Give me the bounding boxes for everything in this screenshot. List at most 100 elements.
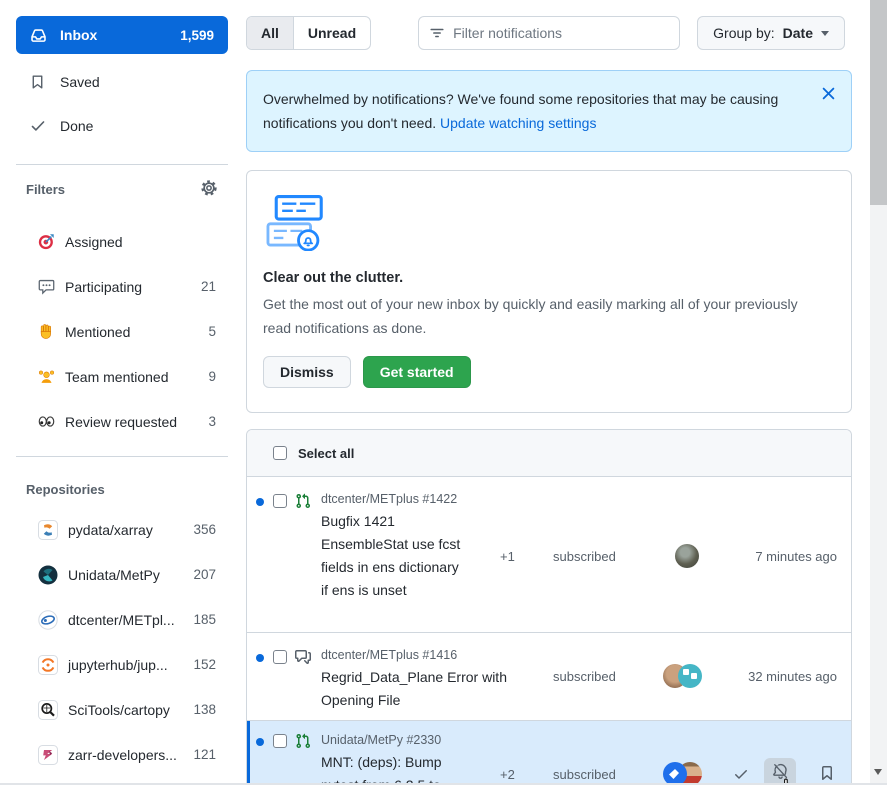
- avatar: [678, 664, 702, 688]
- github-notifications-page: Inbox 1,599 Saved Done Filters: [0, 0, 887, 785]
- tab-all[interactable]: All: [247, 17, 293, 49]
- repo-item-zarr-developers[interactable]: zarr-developers... 121: [16, 732, 228, 777]
- row-avatars: [663, 762, 702, 785]
- filter-count: 3: [208, 414, 216, 429]
- repo-item-dtcenter-metplus[interactable]: dtcenter/METpl... 185: [16, 597, 228, 642]
- cartopy-avatar: [38, 700, 58, 720]
- filter-item-participating[interactable]: Participating 21: [16, 264, 228, 309]
- jupyterhub-avatar: [38, 655, 58, 675]
- group-by-value: Date: [783, 25, 813, 41]
- sidebar-divider: [16, 456, 228, 457]
- scrollbar-down-arrow[interactable]: [874, 769, 882, 779]
- tab-unread[interactable]: Unread: [293, 17, 370, 49]
- row-avatars: [663, 664, 702, 688]
- row-reason: subscribed: [553, 549, 616, 564]
- repo-label: pydata/xarray: [68, 522, 153, 538]
- bell-slash-icon: [772, 763, 789, 785]
- repo-count: 185: [193, 612, 216, 627]
- repositories-list: pydata/xarray 356 Unidata/MetPy 207 dtce…: [16, 507, 228, 777]
- main-content: All Unread Group by: Date Overwhelmed by…: [246, 0, 852, 785]
- eyes-emoji-icon: [38, 413, 55, 430]
- filter-notifications-input[interactable]: [418, 16, 680, 50]
- repositories-title: Repositories: [26, 482, 105, 497]
- inbox-icon: [30, 27, 48, 44]
- sidebar-item-saved[interactable]: Saved: [16, 64, 228, 100]
- sidebar-item-inbox[interactable]: Inbox 1,599: [16, 16, 228, 54]
- select-all-checkbox[interactable]: [273, 446, 287, 460]
- repo-item-pydata-xarray[interactable]: pydata/xarray 356: [16, 507, 228, 552]
- filters-list: Assigned Participating 21 Mentioned 5: [16, 219, 228, 444]
- filter-label: Mentioned: [65, 324, 130, 340]
- pull-request-icon: [295, 493, 311, 509]
- row-title[interactable]: Bugfix 1421 EnsembleStat use fcst fields…: [321, 510, 469, 602]
- row-repo: dtcenter/METplus #1422: [321, 492, 457, 506]
- xarray-avatar: [38, 520, 58, 540]
- row-checkbox[interactable]: [273, 494, 287, 508]
- row-timestamp: 7 minutes ago: [755, 549, 837, 564]
- filter-funnel-icon: [429, 25, 445, 46]
- group-by-button[interactable]: Group by: Date: [697, 16, 845, 50]
- row-checkbox[interactable]: [273, 650, 287, 664]
- repo-label: jupyterhub/jup...: [68, 657, 168, 673]
- row-timestamp: 32 minutes ago: [748, 669, 837, 684]
- filter-item-mentioned[interactable]: Mentioned 5: [16, 309, 228, 354]
- notification-row-metplus-1416[interactable]: dtcenter/METplus #1416 Regrid_Data_Plane…: [247, 632, 851, 720]
- discussion-icon: [295, 649, 311, 665]
- filters-header: Filters: [16, 171, 228, 199]
- done-label: Done: [60, 118, 93, 134]
- row-title[interactable]: Regrid_Data_Plane Error with Opening Fil…: [321, 666, 513, 712]
- filters-title: Filters: [26, 182, 65, 197]
- close-icon: [822, 87, 835, 103]
- filters-settings-button[interactable]: [200, 179, 218, 200]
- sidebar-divider: [16, 164, 228, 165]
- pull-request-icon: [295, 733, 311, 749]
- clear-clutter-card: Clear out the clutter. Get the most out …: [246, 170, 852, 413]
- avatar: [675, 544, 699, 568]
- repo-count: 121: [193, 747, 216, 762]
- metpy-avatar: [38, 565, 58, 585]
- inbox-label: Inbox: [60, 27, 97, 43]
- repo-item-scitools-cartopy[interactable]: SciTools/cartopy 138: [16, 687, 228, 732]
- repo-label: dtcenter/METpl...: [68, 612, 175, 628]
- filter-notifications-box: [418, 16, 680, 50]
- repo-count: 207: [193, 567, 216, 582]
- filter-label: Team mentioned: [65, 369, 169, 385]
- update-watching-settings-link[interactable]: Update watching settings: [440, 115, 596, 131]
- sidebar-item-done[interactable]: Done: [16, 108, 228, 144]
- filter-item-assigned[interactable]: Assigned: [16, 219, 228, 264]
- gear-icon: [200, 179, 218, 200]
- filter-item-review-requested[interactable]: Review requested 3: [16, 399, 228, 444]
- bookmark-icon: [30, 74, 48, 90]
- scrollbar-thumb[interactable]: [870, 0, 887, 205]
- row-repo: dtcenter/METplus #1416: [321, 648, 457, 662]
- row-title[interactable]: MNT: (deps): Bump pytest from 6.2.5 to: [321, 751, 471, 785]
- row-reason: subscribed: [553, 767, 616, 782]
- notification-row-metpy-2330[interactable]: Unidata/MetPy #2330 MNT: (deps): Bump py…: [247, 720, 851, 785]
- repo-item-jupyterhub[interactable]: jupyterhub/jup... 152: [16, 642, 228, 687]
- check-icon: [30, 118, 48, 134]
- filter-count: 9: [208, 369, 216, 384]
- select-all-label: Select all: [298, 446, 354, 461]
- row-extra-count: +1: [500, 549, 515, 564]
- save-notification-button[interactable]: [819, 765, 835, 785]
- filter-item-team-mentioned[interactable]: Team mentioned 9: [16, 354, 228, 399]
- toolbar: All Unread Group by: Date: [246, 16, 852, 50]
- clutter-card-buttons: Dismiss Get started: [263, 356, 835, 388]
- dismiss-button[interactable]: Dismiss: [263, 356, 351, 388]
- unsubscribe-button[interactable]: [764, 758, 796, 785]
- repo-item-unidata-metpy[interactable]: Unidata/MetPy 207: [16, 552, 228, 597]
- zarr-avatar: [38, 745, 58, 765]
- banner-close-button[interactable]: [820, 85, 837, 105]
- get-started-button[interactable]: Get started: [363, 356, 471, 388]
- bookmark-icon: [819, 765, 835, 785]
- row-checkbox[interactable]: [273, 734, 287, 748]
- vertical-scrollbar[interactable]: [870, 0, 887, 785]
- raising-hands-emoji-icon: [38, 368, 55, 385]
- inbox-count: 1,599: [180, 28, 214, 43]
- row-avatars: [675, 544, 699, 568]
- repositories-header: Repositories: [16, 471, 228, 499]
- notification-row-metplus-1422[interactable]: dtcenter/METplus #1422 Bugfix 1421 Ensem…: [247, 477, 851, 632]
- repo-label: zarr-developers...: [68, 747, 177, 763]
- group-by-label: Group by:: [713, 25, 774, 41]
- saved-label: Saved: [60, 74, 100, 90]
